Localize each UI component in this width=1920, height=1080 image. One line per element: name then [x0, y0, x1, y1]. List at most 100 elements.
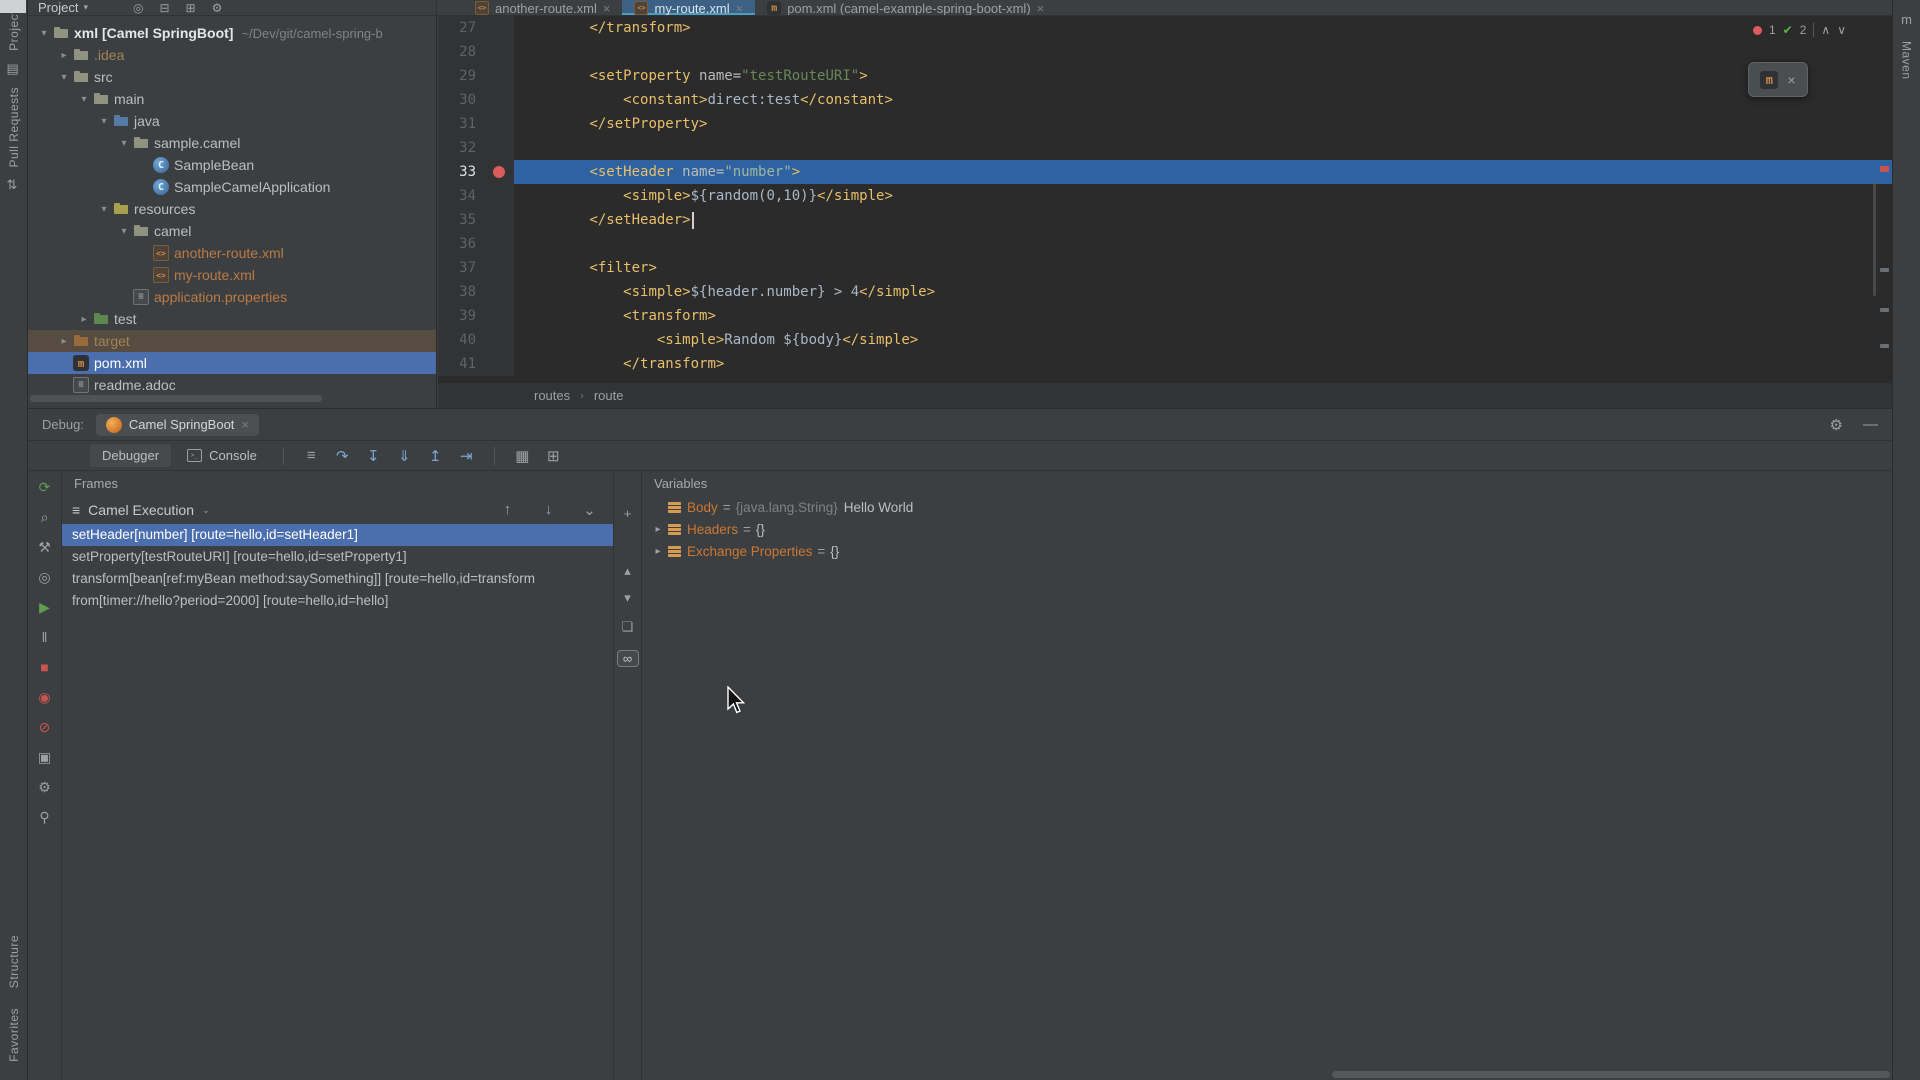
frame-down-icon[interactable]: ↓: [535, 501, 562, 519]
tool-window-button-favorites[interactable]: Favorites: [7, 1008, 21, 1062]
stripe-mark[interactable]: [1880, 344, 1889, 348]
thread-dump-icon[interactable]: ⊞: [540, 447, 567, 465]
code-line-37[interactable]: 37 <filter>: [438, 256, 1892, 280]
editor-tab-another-route-xml[interactable]: <>another-route.xml×: [463, 0, 622, 15]
inspections-widget[interactable]: 1 ✔ 2 ∧ ∨: [1753, 23, 1846, 37]
tree-item-resources[interactable]: ▾resources: [28, 198, 436, 220]
maven-tool-icon[interactable]: m: [1901, 12, 1912, 27]
bookmark-tool-icon[interactable]: ▤: [7, 61, 21, 77]
breadcrumb-item-route[interactable]: route: [594, 388, 624, 403]
tree-item-xml-camel-springboot[interactable]: ▾xml [Camel SpringBoot]~/Dev/git/camel-s…: [28, 22, 436, 44]
chevron-down-icon[interactable]: ▾: [76, 94, 92, 105]
variable-row-exchange-properties[interactable]: ▸Exchange Properties={}: [642, 540, 1892, 562]
frames-menu-icon[interactable]: ⌄: [576, 501, 603, 519]
close-icon[interactable]: ×: [241, 417, 249, 432]
watch-icon[interactable]: ◎: [34, 566, 56, 588]
chevron-right-icon[interactable]: ▸: [76, 314, 92, 325]
settings-icon[interactable]: ⚙: [212, 1, 223, 15]
code-line-32[interactable]: 32: [438, 136, 1892, 160]
run-to-cursor-icon[interactable]: ⇥: [453, 447, 480, 465]
tree-item-samplebean[interactable]: CSampleBean: [28, 154, 436, 176]
tree-item-java[interactable]: ▾java: [28, 110, 436, 132]
hide-window-icon[interactable]: —: [1863, 416, 1878, 434]
code-line-29[interactable]: 29 <setProperty name="testRouteURI">: [438, 64, 1892, 88]
rerun-icon[interactable]: ⟳: [34, 476, 56, 498]
mute-breakpoints-icon[interactable]: ⊘: [34, 716, 56, 738]
tool-window-button-maven[interactable]: Maven: [1900, 41, 1914, 80]
pause-icon[interactable]: ‖: [34, 626, 56, 648]
scroll-down-icon[interactable]: ▾: [617, 587, 639, 609]
breakpoint-icon[interactable]: [484, 160, 514, 184]
code-line-35[interactable]: 35 </setHeader>: [438, 208, 1892, 232]
chevron-down-icon[interactable]: ▾: [96, 204, 112, 215]
step-out-icon[interactable]: ↥: [422, 447, 449, 465]
next-issue-icon[interactable]: ∨: [1837, 23, 1846, 37]
copy-icon[interactable]: ❏: [617, 616, 639, 638]
tree-item-pom-xml[interactable]: mpom.xml: [28, 352, 436, 374]
stack-frame[interactable]: setProperty[testRouteURI] [route=hello,i…: [62, 546, 613, 568]
tree-item-another-route-xml[interactable]: <>another-route.xml: [28, 242, 436, 264]
view-breakpoints-icon[interactable]: ◉: [34, 686, 56, 708]
tool-window-button-project[interactable]: Project: [7, 10, 21, 51]
error-stripe[interactable]: [1878, 16, 1890, 382]
code-line-34[interactable]: 34 <simple>${random(0,10)}</simple>: [438, 184, 1892, 208]
chevron-down-icon[interactable]: ▾: [116, 138, 132, 149]
error-stripe-mark[interactable]: [1880, 166, 1889, 172]
thread-selector[interactable]: ≡ Camel Execution ⌄ ↑↓⌄: [62, 496, 613, 524]
chevron-right-icon[interactable]: ▸: [650, 546, 666, 557]
horizontal-scrollbar[interactable]: [30, 395, 322, 402]
search-icon[interactable]: ⌕: [34, 506, 56, 528]
loop-toggle-icon[interactable]: ∞: [617, 650, 639, 667]
wrench-icon[interactable]: ⚒: [34, 536, 56, 558]
tree-item-test[interactable]: ▸test: [28, 308, 436, 330]
tree-item-src[interactable]: ▾src: [28, 66, 436, 88]
settings-icon[interactable]: ⚙: [34, 776, 56, 798]
tree-item-sample-camel[interactable]: ▾sample.camel: [28, 132, 436, 154]
stripe-mark[interactable]: [1880, 308, 1889, 312]
stack-frame[interactable]: from[timer://hello?period=2000] [route=h…: [62, 590, 613, 612]
chevron-down-icon[interactable]: ▾: [83, 2, 88, 13]
collapse-all-icon[interactable]: ⊟: [159, 1, 169, 15]
stripe-mark[interactable]: [1880, 268, 1889, 272]
code-area[interactable]: 27 </transform>2829 <setProperty name="t…: [438, 16, 1892, 382]
variable-row-body[interactable]: Body={java.lang.String}Hello World: [642, 496, 1892, 518]
settings-icon[interactable]: ⚙: [1830, 416, 1843, 434]
breadcrumb-item-routes[interactable]: routes: [534, 388, 570, 403]
locate-file-icon[interactable]: ◎: [133, 1, 143, 15]
code-line-28[interactable]: 28: [438, 40, 1892, 64]
resume-icon[interactable]: ▶: [34, 596, 56, 618]
stop-icon[interactable]: ■: [34, 656, 56, 678]
chevron-down-icon[interactable]: ▾: [96, 116, 112, 127]
pin-icon[interactable]: ⚲: [34, 806, 56, 828]
chevron-down-icon[interactable]: ▾: [116, 226, 132, 237]
editor-tab-my-route-xml[interactable]: <>my-route.xml×: [622, 0, 755, 15]
debug-session-tab[interactable]: Camel SpringBoot ×: [96, 414, 259, 436]
code-line-38[interactable]: 38 <simple>${header.number} > 4</simple>: [438, 280, 1892, 304]
code-line-40[interactable]: 40 <simple>Random ${body}</simple>: [438, 328, 1892, 352]
layout-settings-icon[interactable]: ≡: [298, 447, 325, 464]
debug-tab-debugger[interactable]: Debugger: [90, 444, 171, 467]
vcs-tool-icon[interactable]: ⇅: [7, 177, 21, 193]
maven-reload-popup[interactable]: m ×: [1748, 62, 1808, 97]
tab-close-icon[interactable]: ×: [603, 1, 611, 16]
tree-item-main[interactable]: ▾main: [28, 88, 436, 110]
tab-close-icon[interactable]: ×: [736, 1, 744, 16]
tree-item-camel[interactable]: ▾camel: [28, 220, 436, 242]
tree-item-my-route-xml[interactable]: <>my-route.xml: [28, 264, 436, 286]
expand-all-icon[interactable]: ⊞: [186, 1, 196, 15]
tool-window-button-pull-requests[interactable]: Pull Requests: [7, 87, 21, 168]
horizontal-scrollbar[interactable]: [1332, 1071, 1890, 1078]
stack-frame[interactable]: setHeader[number] [route=hello,id=setHea…: [62, 524, 613, 546]
tree-item-application-properties[interactable]: ≡application.properties: [28, 286, 436, 308]
force-step-into-icon[interactable]: ⇓: [391, 447, 418, 465]
step-over-icon[interactable]: ↷: [329, 447, 356, 465]
code-line-31[interactable]: 31 </setProperty>: [438, 112, 1892, 136]
add-watch-icon[interactable]: +: [617, 502, 639, 524]
chevron-right-icon[interactable]: ▸: [56, 336, 72, 347]
camera-icon[interactable]: ▣: [34, 746, 56, 768]
tree-item-idea[interactable]: ▸.idea: [28, 44, 436, 66]
tree-item-samplecamelapplication[interactable]: CSampleCamelApplication: [28, 176, 436, 198]
debug-tab-console[interactable]: >_Console: [175, 444, 269, 467]
chevron-down-icon[interactable]: ▾: [56, 72, 72, 83]
chevron-right-icon[interactable]: ▸: [650, 524, 666, 535]
